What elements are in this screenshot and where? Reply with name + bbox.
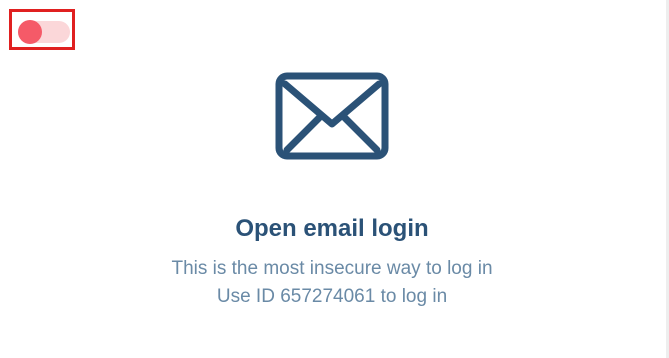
toggle-switch[interactable]: [18, 20, 70, 44]
envelope-icon: [275, 72, 389, 160]
toggle-highlight[interactable]: [9, 9, 75, 50]
login-panel: Open email login This is the most insecu…: [0, 0, 669, 358]
toggle-knob[interactable]: [18, 20, 42, 44]
page-title: Open email login: [235, 215, 429, 242]
description-line-1: This is the most insecure way to log in: [171, 258, 493, 279]
description-line-2: Use ID 657274061 to log in: [216, 286, 448, 307]
